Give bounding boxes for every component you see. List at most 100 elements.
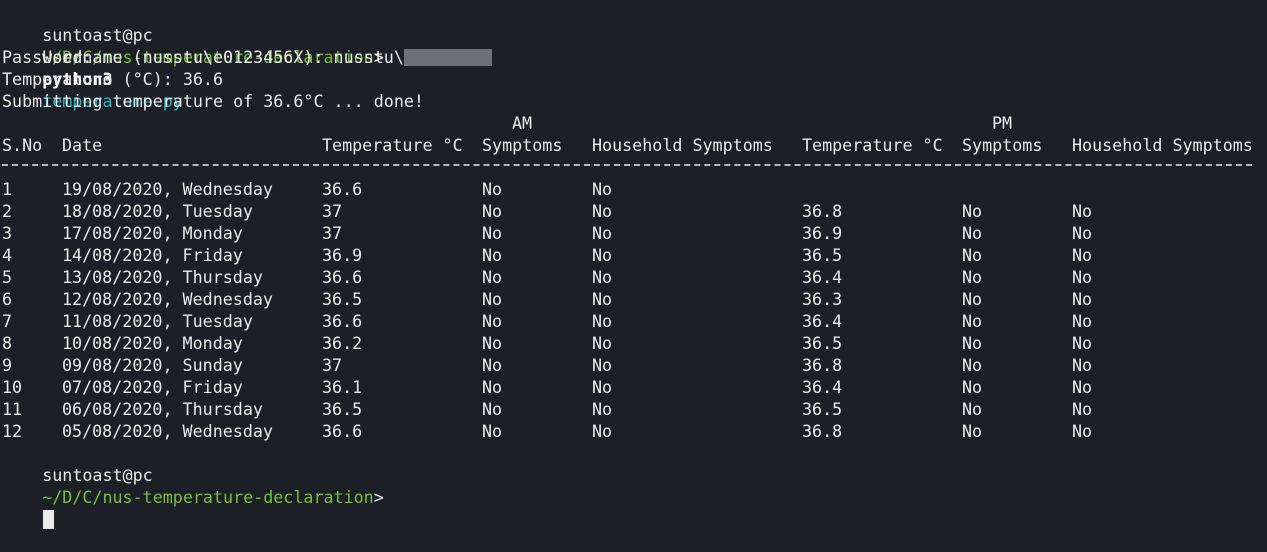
cell-pm-temperature: 36.9: [802, 223, 843, 243]
table-separator: [2, 164, 1252, 166]
header-am-household-symptoms: Household Symptoms: [592, 135, 773, 155]
cell-date: 18/08/2020, Tuesday: [62, 201, 253, 221]
cell-am-temperature: 36.6: [322, 179, 363, 199]
cell-am-symptoms: No: [482, 267, 503, 287]
cell-am-temperature: 36.6: [322, 421, 363, 441]
cell-date: 19/08/2020, Wednesday: [62, 179, 273, 199]
cell-pm-temperature: 36.5: [802, 245, 843, 265]
cell-am-symptoms: No: [482, 245, 503, 265]
table-row: 9 09/08/2020, Sunday 37 No No 36.8 No No: [0, 354, 1267, 376]
am-group-header: AM: [512, 113, 533, 133]
header-date: Date: [62, 135, 103, 155]
table-row: 2 18/08/2020, Tuesday 37 No No 36.8 No No: [0, 200, 1267, 222]
cell-am-temperature: 36.9: [322, 245, 363, 265]
cell-sno: 2: [2, 201, 13, 221]
table-row: 3 17/08/2020, Monday 37 No No 36.9 No No: [0, 222, 1267, 244]
cell-date: 07/08/2020, Friday: [62, 377, 243, 397]
cell-am-household-symptoms: No: [592, 399, 613, 419]
cell-pm-household-symptoms: No: [1072, 245, 1093, 265]
username-prompt: Username (nusstu\e0123456X): nusstu\: [42, 47, 404, 67]
cell-date: 17/08/2020, Monday: [62, 223, 243, 243]
text-cursor[interactable]: [43, 510, 55, 529]
cell-pm-temperature: 36.4: [802, 377, 843, 397]
cell-am-symptoms: No: [482, 179, 503, 199]
cell-date: 06/08/2020, Thursday: [62, 399, 263, 419]
header-am-symptoms: Symptoms: [482, 135, 563, 155]
cell-sno: 7: [2, 311, 13, 331]
cell-pm-symptoms: No: [962, 267, 983, 287]
cell-pm-temperature: 36.3: [802, 289, 843, 309]
table-row: 12 05/08/2020, Wednesday 36.6 No No 36.8 No No: [0, 420, 1267, 442]
header-pm-temperature: Temperature °C: [802, 135, 943, 155]
redacted-username: [403, 49, 492, 66]
cell-am-symptoms: No: [482, 355, 503, 375]
cell-date: 05/08/2020, Wednesday: [62, 421, 273, 441]
cell-am-temperature: 36.5: [322, 289, 363, 309]
cell-pm-symptoms: No: [962, 399, 983, 419]
cell-sno: 1: [2, 179, 13, 199]
cell-am-household-symptoms: No: [592, 377, 613, 397]
table-group-header: AM PM: [0, 112, 1267, 134]
cell-pm-symptoms: No: [962, 245, 983, 265]
table-row: 8 10/08/2020, Monday 36.2 No No 36.5 No No: [0, 332, 1267, 354]
cell-date: 11/08/2020, Tuesday: [62, 311, 253, 331]
cell-am-symptoms: No: [482, 399, 503, 419]
cell-sno: 5: [2, 267, 13, 287]
password-prompt: Password:: [2, 47, 93, 67]
terminal-window[interactable]: suntoast@pc ~/D/C/nus-temperature-declar…: [0, 0, 1267, 529]
current-prompt-line[interactable]: suntoast@pc ~/D/C/nus-temperature-declar…: [2, 442, 384, 529]
cell-pm-household-symptoms: No: [1072, 333, 1093, 353]
cell-date: 13/08/2020, Thursday: [62, 267, 263, 287]
cell-pm-temperature: 36.4: [802, 311, 843, 331]
cell-am-household-symptoms: No: [592, 355, 613, 375]
cell-pm-household-symptoms: No: [1072, 201, 1093, 221]
prompt-path: ~/D/C/nus-temperature-declaration: [42, 487, 374, 507]
cell-am-symptoms: No: [482, 333, 503, 353]
cell-pm-household-symptoms: No: [1072, 289, 1093, 309]
cell-pm-symptoms: No: [962, 421, 983, 441]
cell-pm-temperature: 36.5: [802, 333, 843, 353]
header-pm-symptoms: Symptoms: [962, 135, 1043, 155]
table-row: 11 06/08/2020, Thursday 36.5 No No 36.5 No No: [0, 398, 1267, 420]
cell-am-temperature: 36.1: [322, 377, 363, 397]
table-row: 10 07/08/2020, Friday 36.1 No No 36.4 No No: [0, 376, 1267, 398]
cell-pm-household-symptoms: No: [1072, 267, 1093, 287]
cell-am-temperature: 37: [322, 223, 343, 243]
cell-am-household-symptoms: No: [592, 267, 613, 287]
cell-pm-household-symptoms: No: [1072, 223, 1093, 243]
cell-pm-household-symptoms: No: [1072, 311, 1093, 331]
cell-pm-symptoms: No: [962, 311, 983, 331]
cell-am-temperature: 37: [322, 355, 343, 375]
cell-sno: 4: [2, 245, 13, 265]
cell-am-symptoms: No: [482, 289, 503, 309]
cell-am-household-symptoms: No: [592, 421, 613, 441]
table-row: 4 14/08/2020, Friday 36.9 No No 36.5 No No: [0, 244, 1267, 266]
cell-am-household-symptoms: No: [592, 311, 613, 331]
cell-am-temperature: 37: [322, 201, 343, 221]
cell-pm-household-symptoms: No: [1072, 399, 1093, 419]
cell-sno: 10: [2, 377, 23, 397]
table-row: 5 13/08/2020, Thursday 36.6 No No 36.4 No No: [0, 266, 1267, 288]
cell-pm-temperature: 36.8: [802, 421, 843, 441]
header-pm-household-symptoms: Household Symptoms: [1072, 135, 1253, 155]
cell-pm-symptoms: No: [962, 355, 983, 375]
cell-sno: 8: [2, 333, 13, 353]
cell-am-symptoms: No: [482, 377, 503, 397]
cell-sno: 6: [2, 289, 13, 309]
pm-group-header: PM: [992, 113, 1013, 133]
header-am-temperature: Temperature °C: [322, 135, 463, 155]
cell-am-temperature: 36.6: [322, 267, 363, 287]
cell-am-household-symptoms: No: [592, 201, 613, 221]
cell-pm-temperature: 36.8: [802, 201, 843, 221]
cell-pm-temperature: 36.4: [802, 267, 843, 287]
table-row: 7 11/08/2020, Tuesday 36.6 No No 36.4 No No: [0, 310, 1267, 332]
table-row: 1 19/08/2020, Wednesday 36.6 No No: [0, 178, 1267, 200]
cell-am-temperature: 36.2: [322, 333, 363, 353]
cell-pm-household-symptoms: No: [1072, 377, 1093, 397]
prompt-symbol: >: [373, 487, 384, 507]
cell-am-household-symptoms: No: [592, 333, 613, 353]
cell-date: 10/08/2020, Monday: [62, 333, 243, 353]
cell-sno: 12: [2, 421, 23, 441]
header-sno: S.No: [2, 135, 43, 155]
cell-date: 12/08/2020, Wednesday: [62, 289, 273, 309]
